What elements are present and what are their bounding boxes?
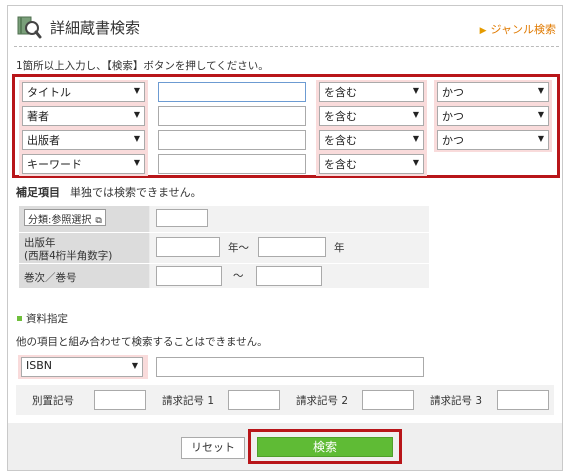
criteria-row-3-input[interactable] [158,130,306,150]
criteria-row-1-match-label: を含む [324,86,357,99]
id-type-select[interactable]: ISBN ▼ [21,357,143,377]
volume-from-input[interactable] [156,266,222,286]
criteria-row-3-op-label: かつ [442,134,464,147]
reset-button[interactable]: リセット [181,437,245,459]
criteria-row-1-field-label: タイトル [27,86,71,99]
volume-row [19,264,429,288]
triangle-right-icon: ▶ [479,26,487,36]
criteria-row-2-match-label: を含む [324,110,357,123]
supplement-heading: 補足項目 単独では検索できません。 [16,184,202,200]
criteria-row-2-match-select[interactable]: を含む ▼ [319,106,424,126]
genre-search-link[interactable]: ▶ ジャンル検索 [480,21,556,37]
dropdown-arrow-icon: ▼ [133,158,140,167]
dropdown-arrow-icon: ▼ [133,134,140,143]
material-note: 他の項目と組み合わせて検索することはできません。 [16,336,268,348]
classification-input[interactable] [156,209,208,227]
criteria-row-4-field-select[interactable]: キーワード ▼ [22,154,145,174]
title-divider [14,46,559,47]
call-label-0: 別置記号 [32,395,74,407]
instruction-text: 1箇所以上入力し、【検索】ボタンを押してください。 [16,60,269,72]
criteria-row-4-match-label: を含む [324,158,357,171]
criteria-row-3-match-label: を含む [324,134,357,147]
dropdown-arrow-icon: ▼ [412,110,419,119]
criteria-row-2-field-select[interactable]: 著者 ▼ [22,106,145,126]
supplement-title: 補足項目 [16,186,60,199]
criteria-row-3-op-select[interactable]: かつ ▼ [437,130,549,150]
criteria-row-4-field-label: キーワード [27,158,82,171]
supplement-note: 単独では検索できません。 [70,186,202,199]
call-input-3[interactable] [497,390,549,410]
pub-year-sublabel: (西暦4桁半角数字) [24,250,113,262]
dropdown-arrow-icon: ▼ [537,134,544,143]
criteria-row-1-match-select[interactable]: を含む ▼ [319,82,424,102]
call-input-0[interactable] [94,390,146,410]
dropdown-arrow-icon: ▼ [537,86,544,95]
criteria-row-4-match-select[interactable]: を含む ▼ [319,154,424,174]
volume-to-input[interactable] [256,266,322,286]
criteria-row-3-field-select[interactable]: 出版者 ▼ [22,130,145,150]
criteria-row-2-field-label: 著者 [27,110,49,123]
search-button-highlight: 検索 [248,429,402,464]
criteria-row-1-op-select[interactable]: かつ ▼ [437,82,549,102]
year-from-suffix: 年～ [228,242,249,254]
book-search-icon [16,14,42,40]
dropdown-arrow-icon: ▼ [412,158,419,167]
pub-year-to-input[interactable] [258,237,326,257]
dropdown-arrow-icon: ▼ [133,86,140,95]
external-window-icon: ⧉ [95,216,102,226]
call-label-1: 請求記号 1 [162,395,215,407]
criteria-row-1-field-select[interactable]: タイトル ▼ [22,82,145,102]
criteria-row-3-match-select[interactable]: を含む ▼ [319,130,424,150]
criteria-row-4-input[interactable] [158,154,306,174]
id-value-input[interactable] [156,357,424,377]
criteria-row-2-input[interactable] [158,106,306,126]
dropdown-arrow-icon: ▼ [133,110,140,119]
classification-select-button[interactable]: 分類:参照選択 ⧉ [24,209,106,226]
year-to-suffix: 年 [334,242,345,254]
page-header: 詳細蔵書検索 [16,14,140,40]
dropdown-arrow-icon: ▼ [131,361,138,370]
volume-separator: ～ [233,270,244,282]
dropdown-arrow-icon: ▼ [537,110,544,119]
call-label-3: 請求記号 3 [430,395,483,407]
criteria-row-2-op-label: かつ [442,110,464,123]
criteria-row-2-op-select[interactable]: かつ ▼ [437,106,549,126]
id-type-label: ISBN [26,359,53,372]
material-title: 資料指定 [26,313,68,325]
call-input-2[interactable] [362,390,414,410]
call-input-1[interactable] [228,390,280,410]
pub-year-from-input[interactable] [156,237,220,257]
dropdown-arrow-icon: ▼ [412,134,419,143]
search-button[interactable]: 検索 [257,437,393,457]
criteria-row-1-op-label: かつ [442,86,464,99]
call-label-2: 請求記号 2 [296,395,349,407]
criteria-row-3-field-label: 出版者 [27,134,60,147]
criteria-row-1-input[interactable] [158,82,306,102]
genre-search-link-label: ジャンル検索 [490,23,556,36]
classification-button-label: 分類:参照選択 [28,215,92,226]
page-title: 詳細蔵書検索 [50,18,141,37]
volume-label: 巻次／巻号 [24,272,77,284]
dropdown-arrow-icon: ▼ [412,86,419,95]
bullet-square-icon [17,316,22,321]
